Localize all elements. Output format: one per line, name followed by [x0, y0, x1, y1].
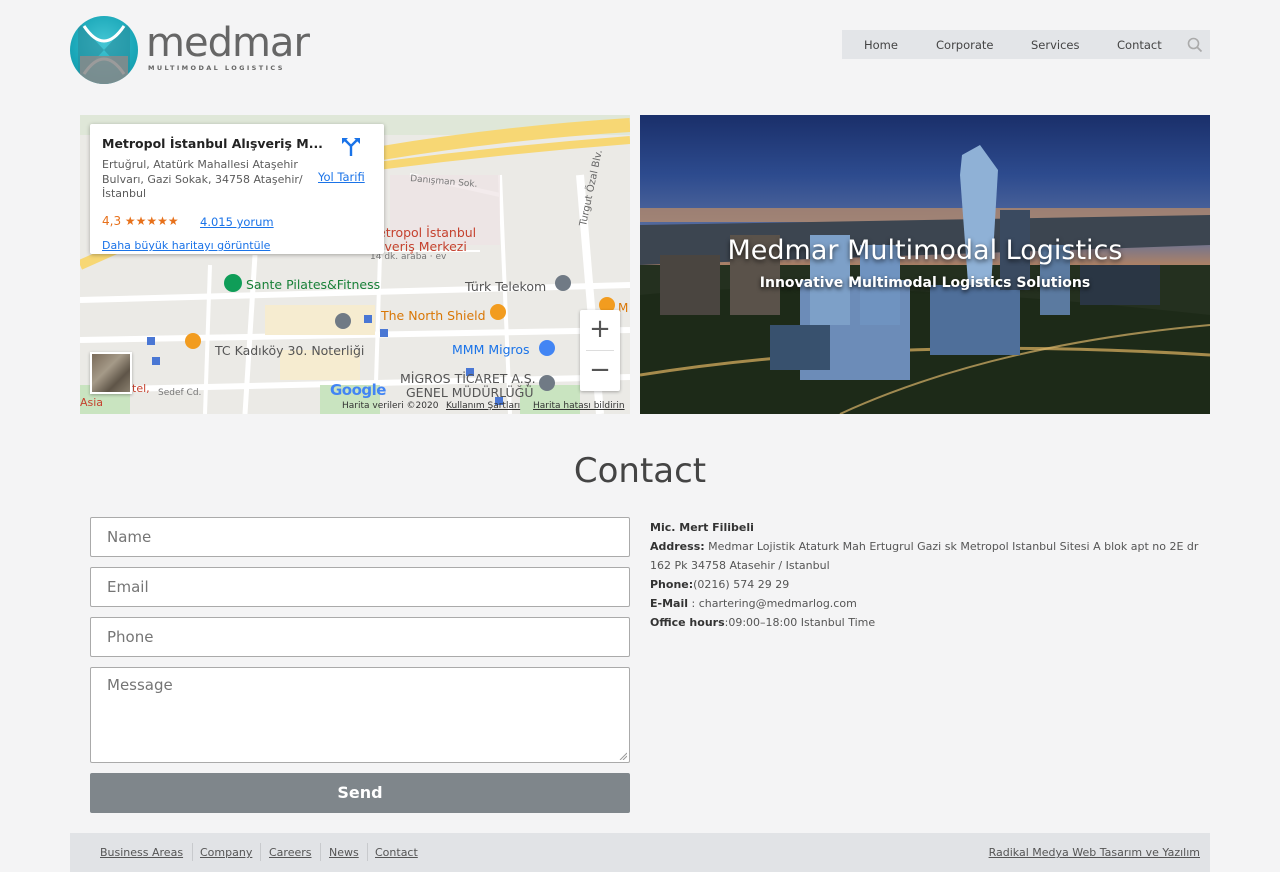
- map-label-migros-ticaret: MİGROS TİCARET A.Ş.: [400, 371, 536, 386]
- hero-subtitle: Innovative Multimodal Logistics Solution…: [759, 275, 1091, 291]
- map-place-address: Ertuğrul, Atatürk Mahallesi Ataşehir Bul…: [102, 158, 303, 200]
- address-label: Address:: [650, 540, 705, 553]
- footer-link-business-areas[interactable]: Business Areas: [100, 846, 183, 859]
- map-place-title: Metropol İstanbul Alışveriş M...: [102, 136, 323, 151]
- phone-input[interactable]: Phone: [90, 617, 630, 657]
- map-label-mmm-migros: MMM Migros: [452, 342, 530, 357]
- site-footer: Business Areas Company Careers News Cont…: [70, 833, 1210, 872]
- email-placeholder: Email: [107, 578, 149, 596]
- name-placeholder: Name: [107, 528, 152, 546]
- map-place-reviews-link[interactable]: 4.015 yorum: [200, 215, 274, 229]
- email-input[interactable]: Email: [90, 567, 630, 607]
- page-title: Contact: [573, 451, 707, 491]
- footer-link-company[interactable]: Company: [200, 846, 252, 859]
- phone-value: (0216) 574 29 29: [693, 578, 790, 591]
- map-label-genel-mudurlugu: GENEL MÜDÜRLÜĞÜ: [406, 385, 534, 400]
- footer-divider: [192, 843, 193, 861]
- map-directions-link[interactable]: Yol Tarifi: [318, 170, 365, 184]
- map-zoom-control: + −: [580, 310, 620, 391]
- map-place-rating: 4,3 ★★★★★: [102, 214, 179, 228]
- footer-divider: [320, 843, 321, 861]
- map-bigger-link[interactable]: Daha büyük haritayı görüntüle: [102, 239, 270, 252]
- map-data-credit: Harita verileri ©2020: [342, 401, 439, 411]
- footer-credit-link[interactable]: Radikal Medya Web Tasarım ve Yazılım: [989, 846, 1200, 859]
- map-satellite-toggle[interactable]: [90, 352, 132, 394]
- hero-image: Medmar Multimodal Logistics Innovative M…: [640, 115, 1210, 414]
- map-place-card: Metropol İstanbul Alışveriş M... Ertuğru…: [90, 124, 384, 254]
- brand-logo[interactable]: medmar MULTIMODAL LOGISTICS: [70, 16, 310, 84]
- send-button[interactable]: Send: [90, 773, 630, 813]
- contact-info: Mic. Mert Filibeli Address: Medmar Lojis…: [650, 518, 1200, 632]
- zoom-out-button[interactable]: −: [580, 351, 620, 391]
- embedded-map[interactable]: Danışman Sok. etropol İstanbul şveriş Me…: [80, 115, 630, 414]
- google-logo: Google: [330, 381, 386, 399]
- address-value: Medmar Lojistik Ataturk Mah Ertugrul Gaz…: [650, 540, 1199, 572]
- map-label-sedef: Sedef Cd.: [158, 388, 202, 398]
- footer-link-careers[interactable]: Careers: [269, 846, 312, 859]
- map-label-noterligi: TC Kadıköy 30. Noterliği: [215, 343, 365, 358]
- email-value[interactable]: : chartering@medmarlog.com: [688, 597, 856, 610]
- zoom-in-button[interactable]: +: [580, 310, 620, 350]
- map-report-link[interactable]: Harita hatası bildirin: [533, 401, 625, 411]
- footer-divider: [367, 843, 368, 861]
- nav-contact[interactable]: Contact: [1117, 38, 1162, 52]
- footer-link-news[interactable]: News: [329, 846, 359, 859]
- logo-mark-icon: [70, 16, 138, 84]
- map-label-turk-telekom: Türk Telekom: [465, 279, 547, 294]
- top-nav: Home Corporate Services Contact: [842, 30, 1210, 59]
- map-label-tel: tel,: [132, 382, 150, 395]
- footer-link-contact[interactable]: Contact: [375, 846, 418, 859]
- search-icon[interactable]: [1186, 36, 1204, 54]
- nav-home[interactable]: Home: [864, 38, 898, 52]
- name-input[interactable]: Name: [90, 517, 630, 557]
- hours-label: Office hours: [650, 616, 725, 629]
- phone-placeholder: Phone: [107, 628, 154, 646]
- brand-tagline: MULTIMODAL LOGISTICS: [148, 64, 285, 72]
- footer-divider: [260, 843, 261, 861]
- directions-icon[interactable]: [340, 136, 362, 158]
- nav-corporate[interactable]: Corporate: [936, 38, 994, 52]
- hero-title: Medmar Multimodal Logistics: [727, 235, 1123, 266]
- map-label-asia: Asia: [80, 396, 104, 409]
- nav-services[interactable]: Services: [1031, 38, 1080, 52]
- hours-value: :09:00–18:00 Istanbul Time: [724, 616, 876, 629]
- map-label-north-shield: The North Shield: [381, 308, 486, 323]
- contact-person: Mic. Mert Filibeli: [650, 521, 754, 534]
- message-placeholder: Message: [107, 676, 173, 694]
- brand-name: medmar: [146, 20, 310, 66]
- message-textarea[interactable]: Message: [90, 667, 630, 763]
- map-label-sante: Sante Pilates&Fitness: [246, 277, 381, 292]
- email-label: E-Mail: [650, 597, 688, 610]
- phone-label: Phone:: [650, 578, 694, 591]
- map-label-metropol: etropol İstanbul: [378, 225, 477, 240]
- map-terms-link[interactable]: Kullanım Şartları: [446, 401, 520, 411]
- resize-handle-icon[interactable]: [619, 752, 627, 760]
